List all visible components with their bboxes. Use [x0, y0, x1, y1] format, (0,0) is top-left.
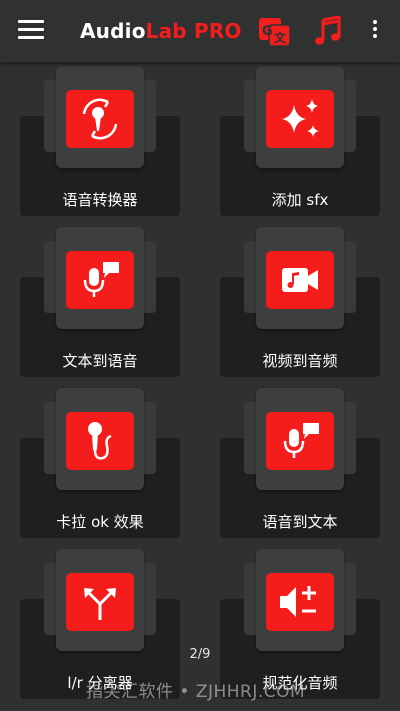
feature-card-video-to-audio[interactable]: 视频到音频	[220, 227, 380, 377]
feature-label: 卡拉 ok 效果	[56, 513, 144, 531]
volume-plus-minus-icon	[266, 573, 334, 631]
svg-text:文: 文	[274, 30, 287, 45]
top-app-bar: AudioLab PRO G 文	[0, 0, 400, 62]
mic-speech-icon	[266, 412, 334, 470]
feature-label: 文本到语音	[62, 352, 138, 370]
feature-card-karaoke[interactable]: 卡拉 ok 效果	[20, 388, 180, 538]
feature-grid: 语音转换器 添加 sfx 文本到语音 视频到音频 卡拉 ok 效果 语音到文本 …	[0, 62, 400, 711]
app-title: AudioLab PRO	[80, 19, 242, 43]
mic-speech-icon	[66, 251, 134, 309]
svg-text:G: G	[262, 24, 273, 39]
karaoke-mic-icon	[66, 412, 134, 470]
app-title-part1: Audio	[80, 19, 146, 43]
watermark-text: 指尖汇软件 • ZJHHRJ.COM	[86, 682, 306, 702]
split-arrows-icon	[66, 573, 134, 631]
feature-card-text-to-speech[interactable]: 文本到语音	[20, 227, 180, 377]
feature-label: 语音到文本	[262, 513, 338, 531]
sparkles-icon	[266, 90, 334, 148]
feature-label: 语音转换器	[62, 191, 138, 209]
voice-changer-icon	[66, 90, 134, 148]
more-vert-icon[interactable]	[366, 20, 384, 44]
feature-label: 添加 sfx	[271, 191, 329, 209]
translate-icon[interactable]: G 文	[258, 16, 292, 48]
app-title-part2: Lab PRO	[145, 19, 242, 43]
page-indicator: 2/9	[189, 647, 211, 662]
hamburger-menu-icon[interactable]	[18, 20, 44, 42]
feature-label: 视频到音频	[262, 352, 338, 370]
video-camera-music-icon	[266, 251, 334, 309]
feature-card-add-sfx[interactable]: 添加 sfx	[220, 66, 380, 216]
music-note-icon[interactable]	[314, 15, 342, 46]
feature-card-voice-changer[interactable]: 语音转换器	[20, 66, 180, 216]
feature-card-speech-to-text[interactable]: 语音到文本	[220, 388, 380, 538]
